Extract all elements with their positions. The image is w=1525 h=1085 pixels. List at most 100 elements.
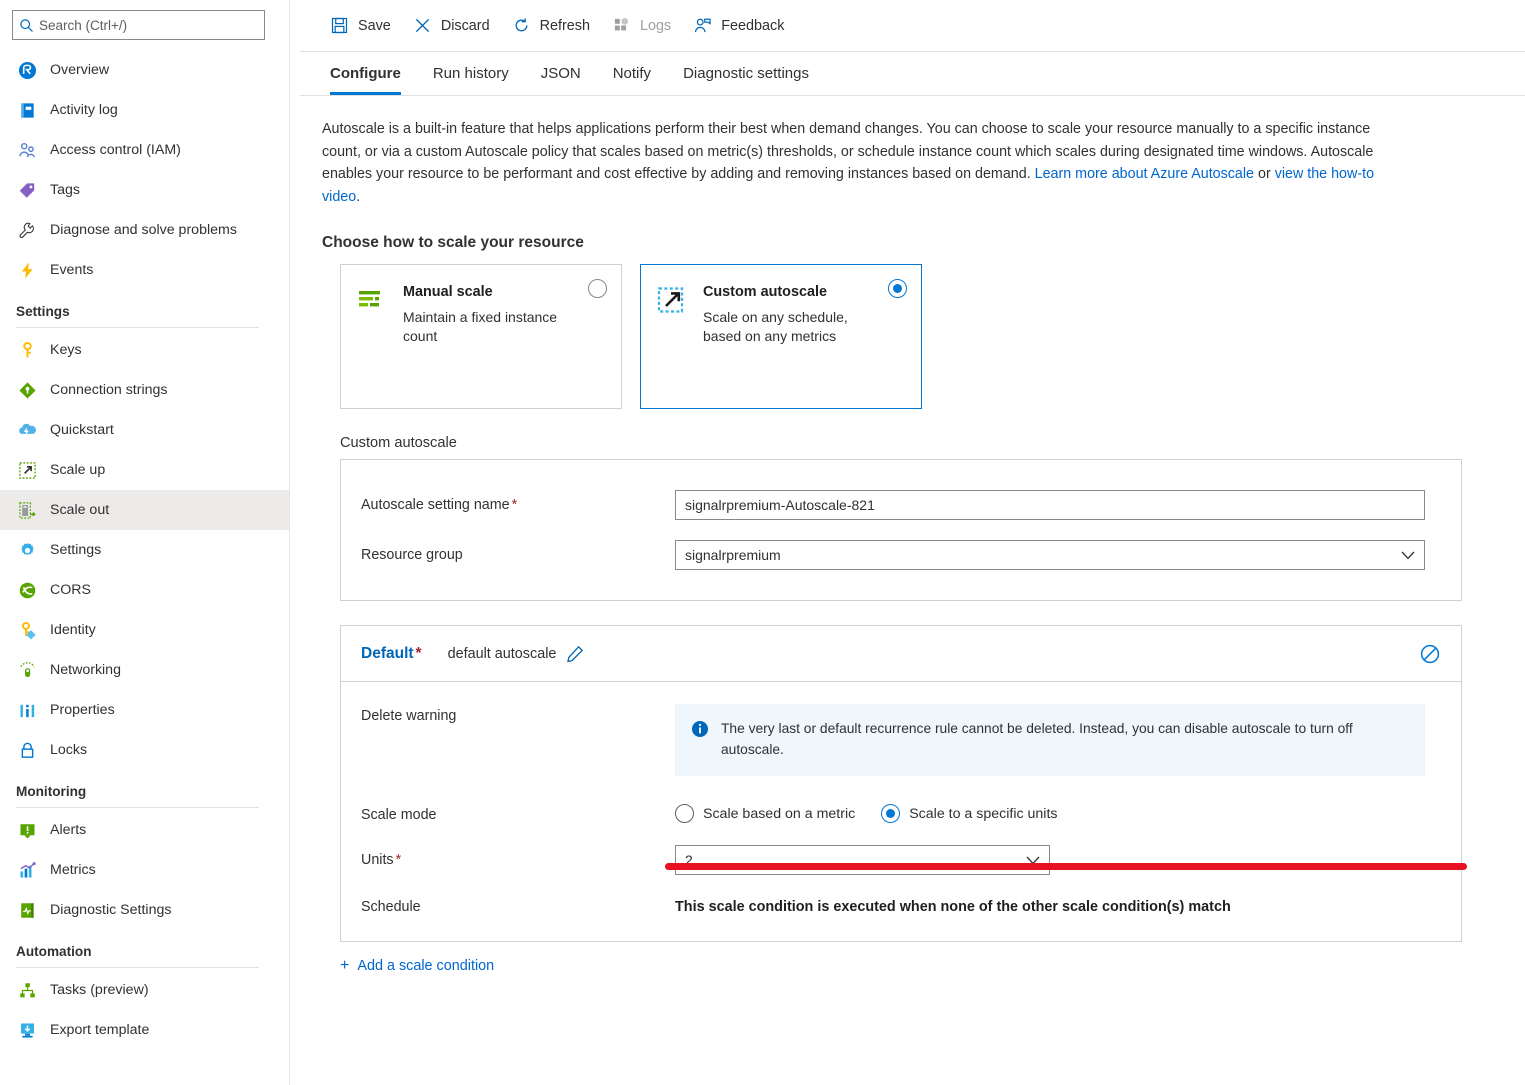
required-asterisk: * [396,852,402,868]
sidebar-item-properties[interactable]: Properties [0,690,289,730]
search-box[interactable] [12,10,265,40]
close-icon [413,16,432,35]
learn-more-link[interactable]: Learn more about Azure Autoscale [1035,166,1254,182]
sidebar-item-label: Diagnostic Settings [50,902,171,918]
nav-group-title: Monitoring [16,784,273,799]
refresh-button[interactable]: Refresh [504,9,604,43]
schedule-text: This scale condition is executed when no… [675,899,1231,915]
custom-autoscale-icon [657,283,691,408]
sidebar-search-row [0,0,289,46]
chevron-down-icon [1026,852,1040,868]
save-button[interactable]: Save [322,9,405,43]
custom-autoscale-card[interactable]: Custom autoscale Scale on any schedule, … [640,264,922,409]
sidebar-item-tags[interactable]: Tags [0,170,289,210]
sidebar-item-settings[interactable]: Settings [0,530,289,570]
radio-unselected-icon[interactable] [675,804,694,823]
sidebar-item-label: Locks [50,742,87,758]
nav-group-automation: Automation [0,930,289,970]
sidebar-item-label: Overview [50,62,109,78]
sidebar-item-label: Alerts [50,822,86,838]
refresh-label: Refresh [540,18,590,34]
description-period: . [356,189,360,205]
manual-scale-card[interactable]: Manual scale Maintain a fixed instance c… [340,264,622,409]
sidebar-item-label: Access control (IAM) [50,142,181,158]
discard-label: Discard [441,18,490,34]
add-scale-condition-button[interactable]: + Add a scale condition [340,958,494,974]
discard-button[interactable]: Discard [405,9,504,43]
autoscale-setting-name-input[interactable] [675,490,1425,520]
sidebar-item-keys[interactable]: Keys [0,330,289,370]
azure-portal-scale-out-page: « Overview Activity log Access control (… [0,0,1525,1085]
sidebar-item-label: Keys [50,342,82,358]
tab-label: Configure [330,65,401,82]
sidebar-item-access-control[interactable]: Access control (IAM) [0,130,289,170]
scale-out-icon [16,499,38,521]
sidebar-item-scale-up[interactable]: Scale up [0,450,289,490]
tab-configure[interactable]: Configure [322,51,417,95]
search-icon [13,18,39,33]
sidebar-item-diagnostic-settings[interactable]: Diagnostic Settings [0,890,289,930]
resource-menu-sidebar: « Overview Activity log Access control (… [0,0,290,1085]
sidebar-item-scale-out[interactable]: Scale out [0,490,289,530]
diagnostic-settings-icon [16,899,38,921]
condition-name-text: Default [361,645,414,662]
scale-based-on-metric-option[interactable]: Scale based on a metric [675,804,855,823]
cors-icon [16,579,38,601]
sidebar-item-label: Quickstart [50,422,114,438]
alerts-icon [16,819,38,841]
search-input[interactable] [39,12,264,38]
sidebar-item-quickstart[interactable]: Quickstart [0,410,289,450]
scale-mode-row: Scale mode Scale based on a metric Scale… [341,776,1461,823]
tab-diagnostic-settings[interactable]: Diagnostic settings [667,51,825,95]
feedback-button[interactable]: Feedback [685,9,798,43]
sidebar-item-metrics[interactable]: Metrics [0,850,289,890]
logs-button[interactable]: Logs [604,9,685,43]
option-label: Scale to a specific units [909,806,1057,822]
units-select[interactable]: 2 [675,845,1050,875]
configure-panel: Autoscale is a built-in feature that hel… [300,96,1525,975]
radio-selected-icon[interactable] [881,804,900,823]
tab-notify[interactable]: Notify [597,51,667,95]
sidebar-item-identity[interactable]: Identity [0,610,289,650]
scale-to-specific-units-option[interactable]: Scale to a specific units [881,804,1057,823]
sidebar-item-label: Tasks (preview) [50,982,149,998]
wrench-icon [16,219,38,241]
delete-warning-label: Delete warning [361,704,675,724]
sidebar-item-events[interactable]: Events [0,250,289,290]
option-label: Scale based on a metric [703,806,855,822]
units-row: Units* 2 [341,823,1461,875]
pencil-icon[interactable] [566,645,584,663]
sidebar-item-locks[interactable]: Locks [0,730,289,770]
quickstart-icon [16,419,38,441]
scale-mode-label: Scale mode [361,803,675,823]
sidebar-item-alerts[interactable]: Alerts [0,810,289,850]
tab-json[interactable]: JSON [525,51,597,95]
scale-mode-radio-group: Scale based on a metric Scale to a speci… [675,802,1057,823]
lock-icon [16,739,38,761]
sidebar-item-overview[interactable]: Overview [0,50,289,90]
sidebar-item-export-template[interactable]: Export template [0,1010,289,1050]
logs-label: Logs [640,18,671,34]
activity-log-icon [16,99,38,121]
custom-autoscale-section-label: Custom autoscale [340,435,1525,451]
nav-group-settings: Settings [0,290,289,330]
sidebar-item-connection-strings[interactable]: Connection strings [0,370,289,410]
nav-group-title: Settings [16,304,273,319]
resource-group-select[interactable]: signalrpremium [675,540,1425,570]
required-asterisk: * [416,645,422,662]
card-title: Custom autoscale [703,283,871,302]
sidebar-item-tasks-preview[interactable]: Tasks (preview) [0,970,289,1010]
sidebar-item-diagnose-and-solve-problems[interactable]: Diagnose and solve problems [0,210,289,250]
scale-up-icon [16,459,38,481]
sidebar-item-activity-log[interactable]: Activity log [0,90,289,130]
divider [16,807,259,808]
disable-icon[interactable] [1419,643,1441,670]
tab-run-history[interactable]: Run history [417,51,525,95]
sidebar-item-label: Events [50,262,93,278]
sidebar-item-networking[interactable]: Networking [0,650,289,690]
sidebar-item-cors[interactable]: CORS [0,570,289,610]
access-control-icon [16,139,38,161]
command-toolbar: Save Discard Refresh Logs [300,0,1525,52]
delete-warning-text: The very last or default recurrence rule… [721,718,1409,760]
nav-group-monitoring: Monitoring [0,770,289,810]
